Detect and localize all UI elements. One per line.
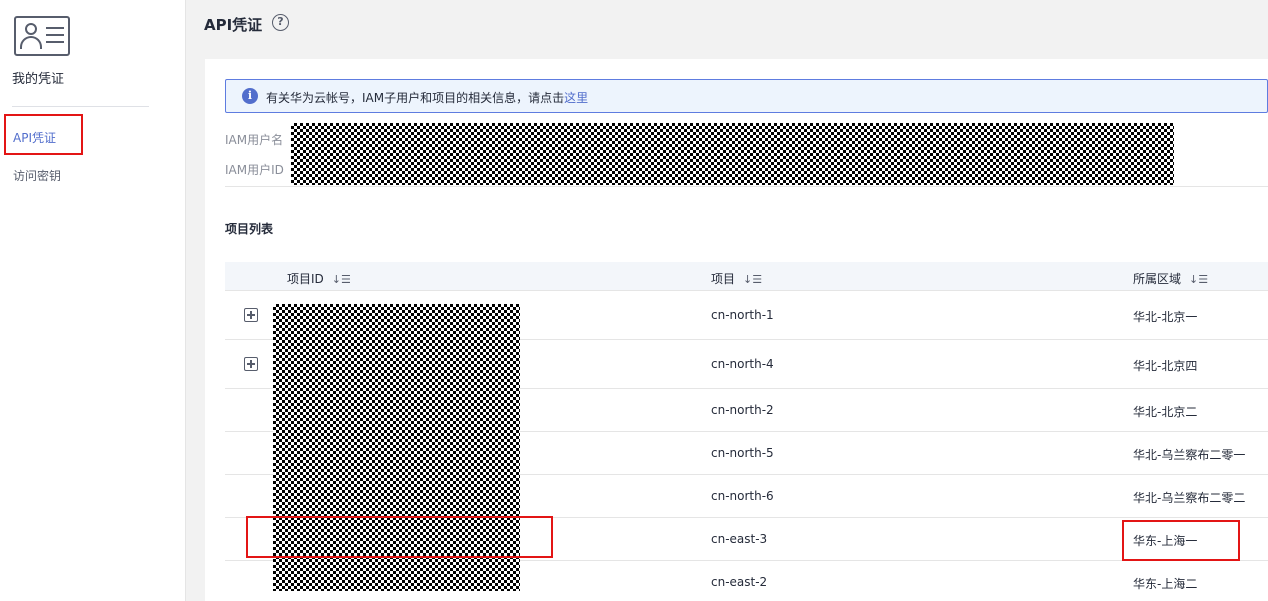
fields-divider: [225, 186, 1268, 187]
project-region: 华北-北京二: [1133, 405, 1198, 419]
expand-icon[interactable]: [244, 357, 258, 371]
project-name: cn-north-5: [711, 446, 774, 460]
sidebar-divider: [12, 106, 149, 107]
project-region: 华北-乌兰察布二零一: [1133, 448, 1246, 462]
project-name: cn-east-2: [711, 575, 768, 589]
expand-icon[interactable]: [244, 308, 258, 322]
sort-icon[interactable]: ↓☰: [332, 273, 351, 286]
project-region: 华北-北京四: [1133, 359, 1198, 373]
sidebar: 我的凭证 API凭证 访问密钥: [0, 0, 186, 601]
project-name: cn-north-1: [711, 308, 774, 322]
project-region: 华北-北京一: [1133, 310, 1198, 324]
project-name: cn-north-2: [711, 403, 774, 417]
help-icon[interactable]: ?: [272, 14, 289, 31]
sidebar-title: 我的凭证: [12, 72, 65, 87]
info-icon: i: [242, 88, 258, 104]
project-region: 华东-上海二: [1133, 577, 1198, 591]
project-name: cn-north-4: [711, 357, 774, 371]
sort-icon[interactable]: ↓☰: [743, 273, 762, 286]
sort-icon[interactable]: ↓☰: [1189, 273, 1208, 286]
info-message: 有关华为云帐号，IAM子用户和项目的相关信息，请点击: [266, 91, 565, 105]
highlight-box-region: [1122, 520, 1240, 561]
sidebar-item-access-keys[interactable]: 访问密钥: [13, 167, 61, 184]
info-text: 有关华为云帐号，IAM子用户和项目的相关信息，请点击这里: [266, 89, 588, 106]
highlight-box-api-credentials: [4, 114, 83, 155]
project-name: cn-north-6: [711, 489, 774, 503]
project-name: cn-east-3: [711, 532, 768, 546]
iam-user-id-label: IAM用户ID: [225, 163, 284, 177]
info-banner: i 有关华为云帐号，IAM子用户和项目的相关信息，请点击这里: [225, 79, 1268, 113]
info-link[interactable]: 这里: [564, 91, 588, 105]
project-region: 华北-乌兰察布二零二: [1133, 491, 1246, 505]
column-header-project[interactable]: 项目 ↓☰: [711, 270, 762, 287]
highlight-box-project-id: [246, 516, 553, 558]
masked-user-info: [291, 123, 1174, 185]
page-title: API凭证: [204, 16, 263, 34]
table-header: 项目ID ↓☰ 项目 ↓☰ 所属区域 ↓☰: [225, 262, 1268, 291]
iam-user-name-label: IAM用户名: [225, 133, 284, 147]
credential-card-icon: [14, 16, 70, 56]
column-header-region[interactable]: 所属区域 ↓☰: [1133, 270, 1208, 287]
column-header-project-id[interactable]: 项目ID ↓☰: [287, 270, 351, 287]
project-list-title: 项目列表: [225, 222, 274, 236]
